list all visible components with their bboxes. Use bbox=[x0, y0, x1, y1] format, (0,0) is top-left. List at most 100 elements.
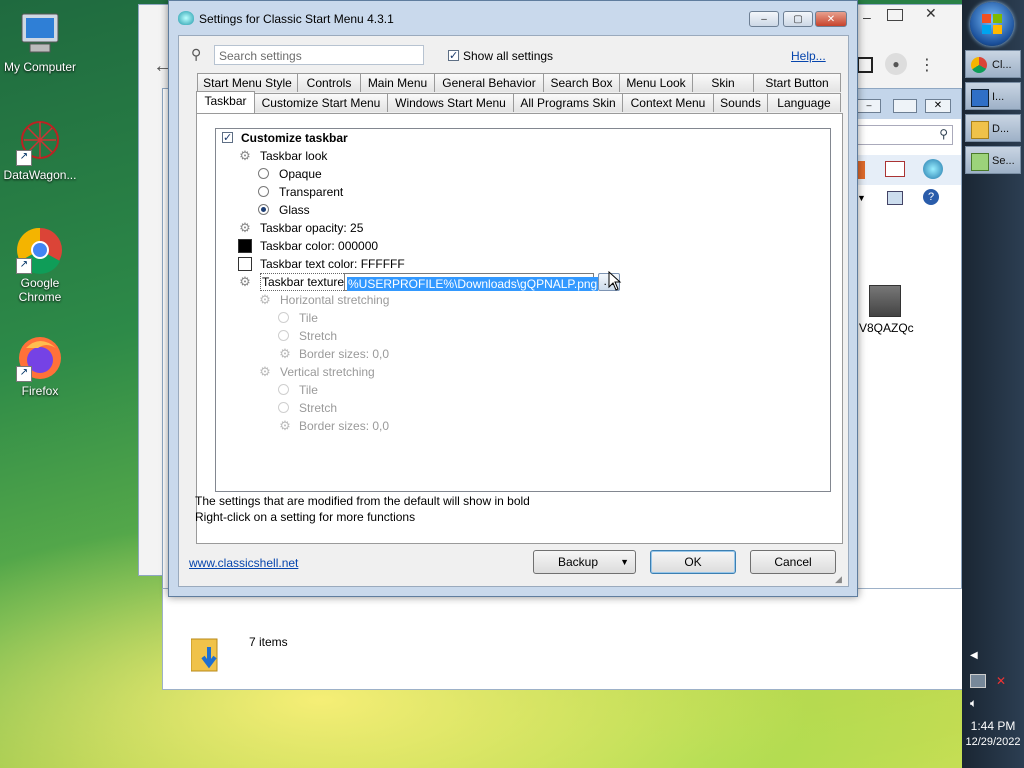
taskbar-button-downloads[interactable]: D... bbox=[965, 114, 1021, 142]
tab-customize-start-menu[interactable]: Customize Start Menu bbox=[254, 93, 388, 112]
taskbar-button-window[interactable]: I... bbox=[965, 82, 1021, 110]
tab-language[interactable]: Language bbox=[767, 93, 841, 112]
profile-avatar[interactable]: ● bbox=[885, 53, 907, 75]
customize-taskbar-checkbox[interactable]: ✓ bbox=[222, 132, 233, 144]
help-link[interactable]: Help... bbox=[791, 49, 826, 63]
customize-taskbar-label: Customize taskbar bbox=[241, 131, 348, 145]
datawagon-icon: ↗ bbox=[16, 118, 64, 166]
backup-button[interactable]: Backup ▼ bbox=[533, 550, 636, 574]
file-label: V8QAZQc bbox=[859, 321, 914, 335]
taskbar-texture-label: Taskbar texture bbox=[260, 273, 347, 291]
tab-windows-start-menu[interactable]: Windows Start Menu bbox=[387, 93, 514, 112]
horizontal-stretching-label: Horizontal stretching bbox=[280, 293, 390, 307]
desktop-icon-google-chrome[interactable]: ↗ Google Chrome bbox=[0, 226, 80, 304]
taskbar-texture-value: %USERPROFILE%\Downloads\gQPNALP.png bbox=[347, 277, 599, 291]
tab-skin[interactable]: Skin bbox=[692, 73, 754, 92]
taskbar-clock[interactable]: 1:44 PM 12/29/2022 bbox=[962, 718, 1024, 750]
classicshell-website-link[interactable]: www.classicshell.net bbox=[189, 556, 298, 570]
transparent-radio[interactable] bbox=[258, 186, 269, 197]
dropdown-arrow-icon[interactable]: ▼ bbox=[857, 193, 866, 203]
ok-button[interactable]: OK bbox=[650, 550, 736, 574]
backup-button-label: Backup bbox=[558, 555, 599, 569]
tab-general-behavior[interactable]: General Behavior bbox=[434, 73, 544, 92]
clock-time: 1:44 PM bbox=[970, 719, 1016, 733]
mouse-cursor-icon bbox=[608, 271, 622, 291]
taskbar-button-label: Se... bbox=[992, 155, 1015, 167]
taskbar-look-label: Taskbar look bbox=[260, 149, 328, 163]
white-color-swatch bbox=[238, 257, 252, 271]
tab-context-menu[interactable]: Context Menu bbox=[622, 93, 714, 112]
tab-start-button[interactable]: Start Button bbox=[753, 73, 841, 92]
minimize-icon[interactable]: – bbox=[863, 9, 871, 25]
pane-icon[interactable] bbox=[887, 191, 903, 205]
taskbar-button-label: I... bbox=[992, 91, 1005, 103]
tab-all-programs-skin[interactable]: All Programs Skin bbox=[513, 93, 623, 112]
minimize-icon[interactable]: – bbox=[857, 99, 881, 113]
firefox-icon: ↗ bbox=[16, 334, 64, 382]
search-icon: ⚲ bbox=[191, 46, 202, 62]
volume-icon[interactable]: 🔈︎ bbox=[970, 696, 977, 711]
maximize-icon[interactable] bbox=[893, 99, 917, 113]
tab-sounds[interactable]: Sounds bbox=[713, 93, 768, 112]
h-tile-radio[interactable] bbox=[278, 312, 289, 323]
resize-grip-icon[interactable]: ◢ bbox=[835, 574, 842, 585]
search-icon: ⚲ bbox=[939, 127, 948, 141]
taskbar-text-color-label: Taskbar text color: FFFFFF bbox=[260, 257, 405, 271]
desktop-icon-my-computer[interactable]: My Computer bbox=[0, 10, 80, 74]
settings-tree: ✓ Customize taskbar ⚙ Taskbar look Opaqu… bbox=[215, 128, 831, 492]
v-tile-radio[interactable] bbox=[278, 384, 289, 395]
opaque-radio[interactable] bbox=[258, 168, 269, 179]
shortcut-arrow-icon: ↗ bbox=[16, 366, 32, 382]
start-orb-icon[interactable] bbox=[970, 2, 1014, 46]
cancel-button[interactable]: Cancel bbox=[750, 550, 836, 574]
taskbar-button-chrome[interactable]: Cl... bbox=[965, 50, 1021, 78]
desktop-icon-firefox[interactable]: ↗ Firefox bbox=[0, 334, 80, 398]
search-settings-input[interactable]: Search settings bbox=[214, 45, 424, 65]
tab-menu-look[interactable]: Menu Look bbox=[619, 73, 693, 92]
h-stretch-radio[interactable] bbox=[278, 330, 289, 341]
search-box-bg[interactable]: ⚲ bbox=[857, 125, 953, 145]
tab-main-menu[interactable]: Main Menu bbox=[360, 73, 435, 92]
tab-start-menu-style[interactable]: Start Menu Style bbox=[197, 73, 298, 92]
more-menu-icon[interactable]: ⋮ bbox=[919, 55, 935, 75]
desktop-icon-datawagon[interactable]: ↗ DataWagon... bbox=[0, 118, 80, 182]
show-all-settings-checkbox[interactable]: ✓ bbox=[448, 50, 459, 62]
v-border-label: Border sizes: 0,0 bbox=[299, 419, 390, 433]
taskbar-tab-panel: ✓ Customize taskbar ⚙ Taskbar look Opaqu… bbox=[195, 113, 843, 544]
help-icon[interactable]: ? bbox=[923, 189, 939, 205]
maximize-button[interactable]: ▢ bbox=[783, 11, 813, 27]
show-all-settings-label[interactable]: Show all settings bbox=[463, 49, 553, 63]
file-thumbnail[interactable] bbox=[869, 285, 901, 317]
glass-radio[interactable] bbox=[258, 204, 269, 215]
taskbar-texture-input[interactable]: %USERPROFILE%\Downloads\gQPNALP.png bbox=[344, 273, 599, 291]
taskbar-color-label: Taskbar color: 000000 bbox=[260, 239, 379, 253]
computer-icon bbox=[16, 10, 64, 58]
minimize-button[interactable]: – bbox=[749, 11, 779, 27]
dialog-titlebar[interactable]: Settings for Classic Start Menu 4.3.1 – … bbox=[169, 1, 857, 35]
gear-icon: ⚙ bbox=[279, 418, 291, 433]
window-square-icon[interactable] bbox=[857, 57, 873, 73]
window-icon bbox=[971, 89, 989, 107]
taskbar: Cl... I... D... Se... ◀ ✕ 🔈︎ bbox=[962, 0, 1024, 768]
network-icon[interactable] bbox=[970, 674, 986, 688]
close-button[interactable]: ✕ bbox=[815, 11, 847, 27]
close-icon[interactable]: ✕ bbox=[925, 99, 951, 113]
v-stretch-radio[interactable] bbox=[278, 402, 289, 413]
restore-icon[interactable] bbox=[887, 9, 903, 21]
desktop-icon-label: Firefox bbox=[21, 384, 59, 398]
network-error-icon[interactable]: ✕ bbox=[996, 674, 1006, 688]
taskbar-button-settings[interactable]: Se... bbox=[965, 146, 1021, 174]
folder-download-icon bbox=[190, 633, 223, 673]
gear-icon: ⚙ bbox=[239, 274, 251, 289]
tree-row-taskbar-texture[interactable]: ⚙ Taskbar texture %USERPROFILE%\Download… bbox=[238, 271, 638, 291]
gear-icon: ⚙ bbox=[259, 364, 271, 379]
v-tile-label: Tile bbox=[299, 383, 318, 397]
h-stretch-label: Stretch bbox=[299, 329, 338, 343]
tab-search-box[interactable]: Search Box bbox=[543, 73, 620, 92]
tab-controls[interactable]: Controls bbox=[297, 73, 361, 92]
dialog-title: Settings for Classic Start Menu 4.3.1 bbox=[199, 12, 394, 26]
tab-taskbar[interactable]: Taskbar bbox=[196, 91, 255, 113]
close-icon[interactable]: ✕ bbox=[925, 5, 937, 22]
tray-expand-icon[interactable]: ◀ bbox=[970, 650, 978, 661]
mail-icon bbox=[885, 161, 905, 177]
